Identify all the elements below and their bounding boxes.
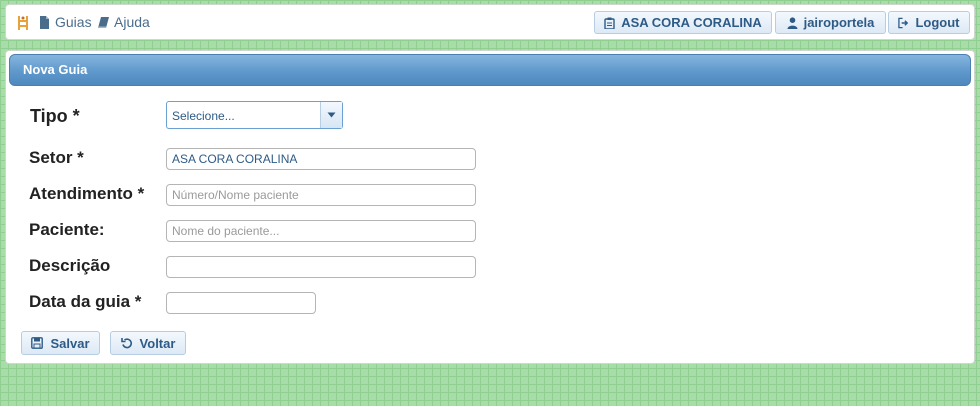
atendimento-input[interactable] xyxy=(166,184,476,206)
user-icon xyxy=(787,16,798,29)
panel-title: Nova Guia xyxy=(9,54,971,86)
floppy-disk-icon xyxy=(31,337,44,349)
nav-ajuda-link[interactable]: Ajuda xyxy=(98,14,150,30)
descricao-input[interactable] xyxy=(166,256,476,278)
user-label: jairoportela xyxy=(803,15,875,30)
new-guide-panel: Nova Guia Tipo * Selecione... Setor * At… xyxy=(5,50,975,364)
nav-guias-label: Guias xyxy=(55,14,92,30)
setor-input[interactable] xyxy=(166,148,476,170)
paciente-label: Paciente: xyxy=(29,220,105,239)
nav-ajuda-label: Ajuda xyxy=(114,14,150,30)
tipo-label: Tipo * xyxy=(30,106,80,126)
logout-label: Logout xyxy=(915,15,960,30)
logo-icon[interactable] xyxy=(16,15,30,31)
atendimento-label: Atendimento * xyxy=(29,184,145,203)
logout-icon xyxy=(898,17,909,28)
back-label: Voltar xyxy=(139,335,176,351)
book-icon xyxy=(98,16,109,28)
tipo-select-value: Selecione... xyxy=(172,109,235,123)
undo-icon xyxy=(120,338,132,349)
logout-button[interactable]: Logout xyxy=(888,11,970,34)
document-icon xyxy=(40,15,49,29)
save-button[interactable]: Salvar xyxy=(21,331,100,355)
data-guia-input[interactable] xyxy=(166,292,316,314)
organization-label: ASA CORA CORALINA xyxy=(621,15,762,30)
descricao-label: Descrição xyxy=(29,256,111,275)
top-navbar: Guias Ajuda ASA CORA CORALINA jairoporte… xyxy=(5,4,975,40)
setor-label: Setor * xyxy=(29,148,84,167)
paciente-input[interactable] xyxy=(166,220,476,242)
nav-guias-link[interactable]: Guias xyxy=(39,14,92,30)
tipo-dropdown-button[interactable] xyxy=(320,102,342,128)
user-button[interactable]: jairoportela xyxy=(775,11,886,34)
caret-down-icon xyxy=(327,112,336,118)
clipboard-icon xyxy=(604,17,615,29)
data-guia-label: Data da guia * xyxy=(29,292,142,311)
organization-button[interactable]: ASA CORA CORALINA xyxy=(594,11,772,34)
save-label: Salvar xyxy=(50,335,90,351)
tipo-select[interactable]: Selecione... xyxy=(166,101,343,129)
back-button[interactable]: Voltar xyxy=(110,331,186,355)
